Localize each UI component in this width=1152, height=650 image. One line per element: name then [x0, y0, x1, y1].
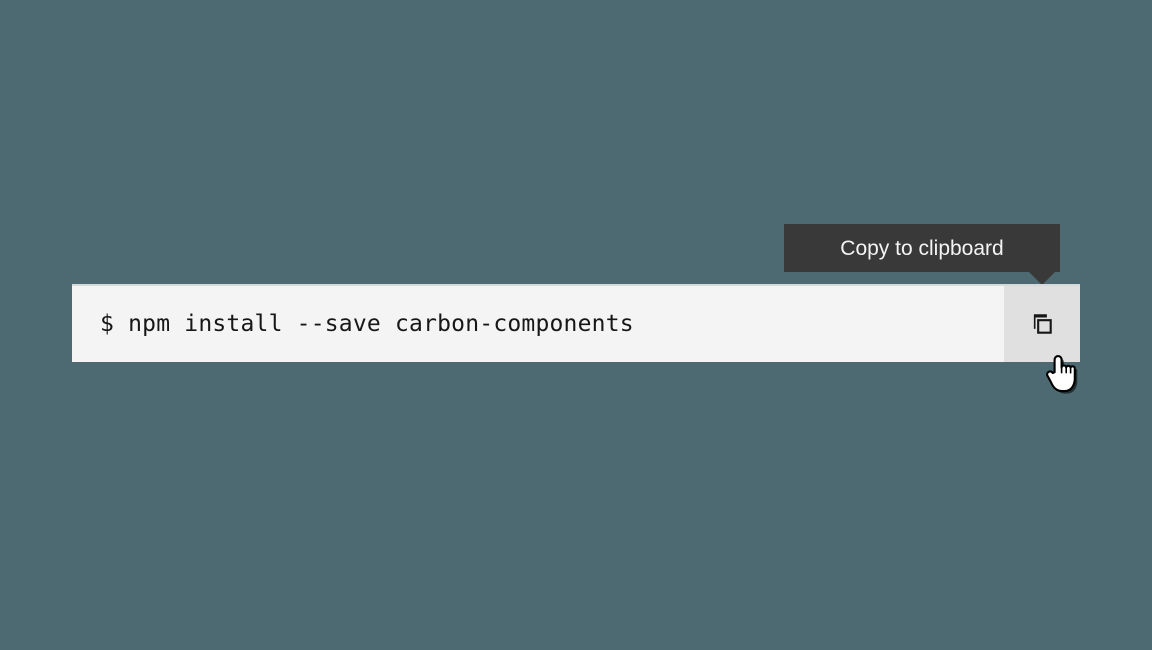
- copy-icon: [1033, 314, 1052, 334]
- copy-tooltip: Copy to clipboard: [784, 224, 1060, 285]
- copy-to-clipboard-button[interactable]: [1004, 286, 1080, 362]
- code-snippet-text: $ npm install --save carbon-components: [100, 310, 634, 337]
- screen-root: Copy to clipboard $ npm install --save c…: [0, 0, 1152, 650]
- code-snippet: $ npm install --save carbon-components: [72, 284, 1080, 362]
- code-snippet-content[interactable]: $ npm install --save carbon-components: [72, 286, 1004, 362]
- copy-tooltip-label: Copy to clipboard: [840, 236, 1004, 260]
